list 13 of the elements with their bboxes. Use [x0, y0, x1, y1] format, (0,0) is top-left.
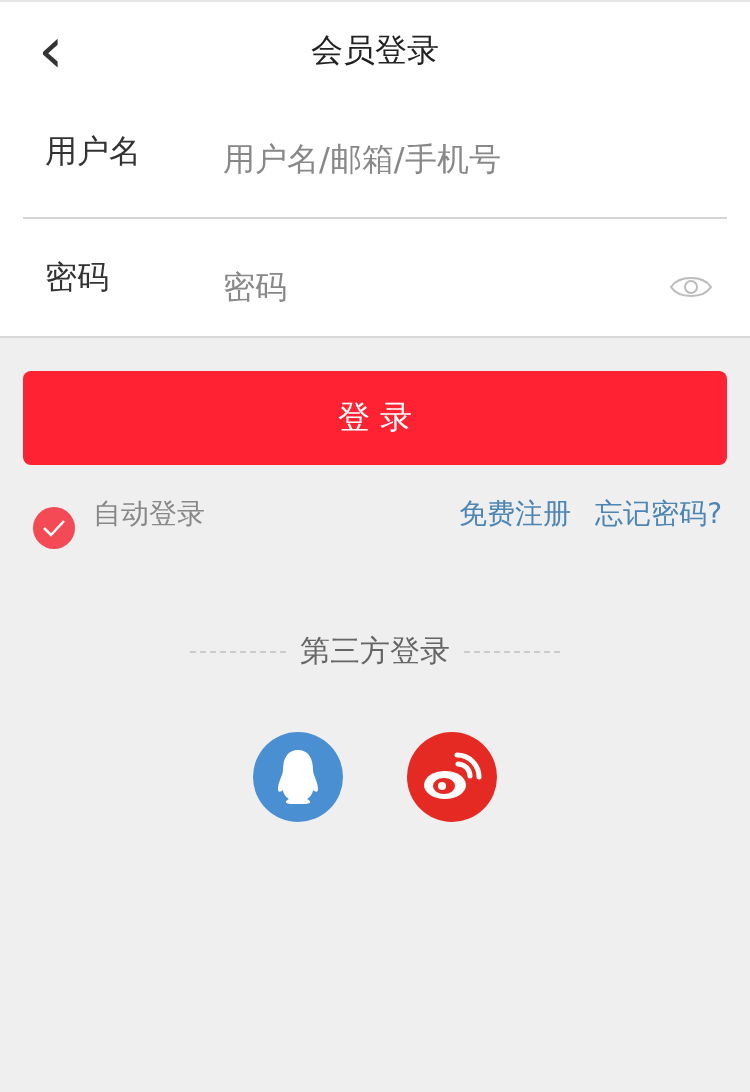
username-field[interactable]: 用户名/邮箱/手机号 [221, 138, 727, 179]
field-label: 密码 [44, 256, 110, 298]
password-field[interactable]: 密码 [221, 266, 669, 307]
checkmark-icon [42, 519, 66, 537]
text-link[interactable]: 忘记密码? [595, 495, 722, 533]
auto-login-label: 自动登录 [93, 496, 205, 532]
section-title: 第三方登录 [300, 632, 450, 670]
field-label: 用户名 [44, 130, 142, 172]
login-button[interactable]: 登 录 [23, 371, 727, 465]
page-title: 会员登录 [311, 30, 439, 71]
auto-login-checkbox[interactable] [33, 507, 75, 549]
text-link[interactable]: 免费注册 [459, 495, 572, 533]
back-button[interactable]: ‹ [30, 18, 72, 82]
